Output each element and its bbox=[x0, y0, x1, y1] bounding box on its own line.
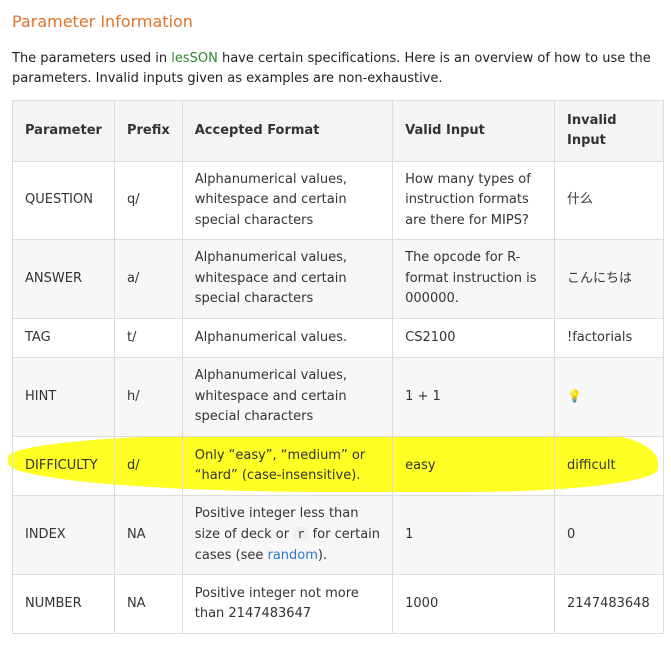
cell-valid: CS2100 bbox=[392, 318, 556, 358]
cell-format: Positive integer less than size of deck … bbox=[181, 495, 394, 575]
cell-parameter: DIFFICULTY bbox=[12, 436, 115, 496]
format-text-end: ). bbox=[317, 547, 328, 563]
table-row: HINT h/ Alphanumerical values, whitespac… bbox=[12, 357, 664, 437]
cell-parameter: QUESTION bbox=[12, 161, 115, 240]
section-title: Parameter Information bbox=[12, 12, 193, 31]
cell-valid: easy bbox=[392, 436, 556, 496]
cell-format: Positive integer not more than 214748364… bbox=[181, 574, 394, 634]
cell-invalid: 💡 bbox=[554, 357, 664, 437]
cell-prefix: a/ bbox=[113, 239, 183, 319]
header-parameter: Parameter bbox=[12, 100, 115, 162]
table-row: ANSWER a/ Alphanumerical values, whitesp… bbox=[12, 239, 664, 319]
cell-valid: The opcode for R-format instruction is 0… bbox=[392, 239, 556, 319]
cell-format: Only “easy”, “medium” or “hard” (case-in… bbox=[181, 436, 394, 496]
cell-invalid: difficult bbox=[554, 436, 664, 496]
header-valid-input: Valid Input bbox=[392, 100, 556, 162]
cell-parameter: TAG bbox=[12, 318, 115, 358]
intro-text: The parameters used in bbox=[12, 51, 172, 66]
cell-valid: How many types of instruction formats ar… bbox=[392, 161, 556, 240]
cell-parameter: ANSWER bbox=[12, 239, 115, 319]
intro-paragraph: The parameters used in lesSON have certa… bbox=[12, 49, 652, 89]
parameter-table: Parameter Prefix Accepted Format Valid I… bbox=[12, 100, 664, 634]
lightbulb-icon: 💡 bbox=[567, 389, 582, 404]
cell-format: Alphanumerical values, whitespace and ce… bbox=[181, 357, 394, 437]
cell-valid: 1 + 1 bbox=[392, 357, 556, 437]
cell-valid: 1 bbox=[392, 495, 556, 575]
cell-valid: 1000 bbox=[392, 574, 556, 634]
cell-invalid: !factorials bbox=[554, 318, 664, 358]
cell-invalid: 0 bbox=[554, 495, 664, 575]
header-accepted-format: Accepted Format bbox=[181, 100, 394, 162]
table-row: NUMBER NA Positive integer not more than… bbox=[12, 574, 664, 634]
random-link[interactable]: random bbox=[268, 548, 318, 563]
cell-prefix: h/ bbox=[113, 357, 183, 437]
cell-parameter: HINT bbox=[12, 357, 115, 437]
cell-invalid: 什么 bbox=[554, 161, 664, 240]
cell-prefix: d/ bbox=[113, 436, 183, 496]
table-row: QUESTION q/ Alphanumerical values, white… bbox=[12, 161, 664, 240]
table-row: INDEX NA Positive integer less than size… bbox=[12, 495, 664, 575]
cell-parameter: NUMBER bbox=[12, 574, 115, 634]
cell-parameter: INDEX bbox=[12, 495, 115, 575]
cell-format: Alphanumerical values. bbox=[181, 318, 394, 358]
table-row: DIFFICULTY d/ Only “easy”, “medium” or “… bbox=[12, 436, 664, 496]
cell-invalid: こんにちは bbox=[554, 239, 664, 319]
cell-prefix: t/ bbox=[113, 318, 183, 358]
header-prefix: Prefix bbox=[113, 100, 183, 162]
cell-format: Alphanumerical values, whitespace and ce… bbox=[181, 161, 394, 240]
inline-code: r bbox=[293, 527, 309, 542]
brand-name: lesSON bbox=[171, 51, 218, 66]
cell-prefix: q/ bbox=[113, 161, 183, 240]
cell-prefix: NA bbox=[113, 495, 183, 575]
cell-prefix: NA bbox=[113, 574, 183, 634]
header-invalid-input: Invalid Input bbox=[554, 100, 664, 162]
table-row: TAG t/ Alphanumerical values. CS2100 !fa… bbox=[12, 318, 664, 358]
cell-format: Alphanumerical values, whitespace and ce… bbox=[181, 239, 394, 319]
cell-invalid: 2147483648 bbox=[554, 574, 664, 634]
